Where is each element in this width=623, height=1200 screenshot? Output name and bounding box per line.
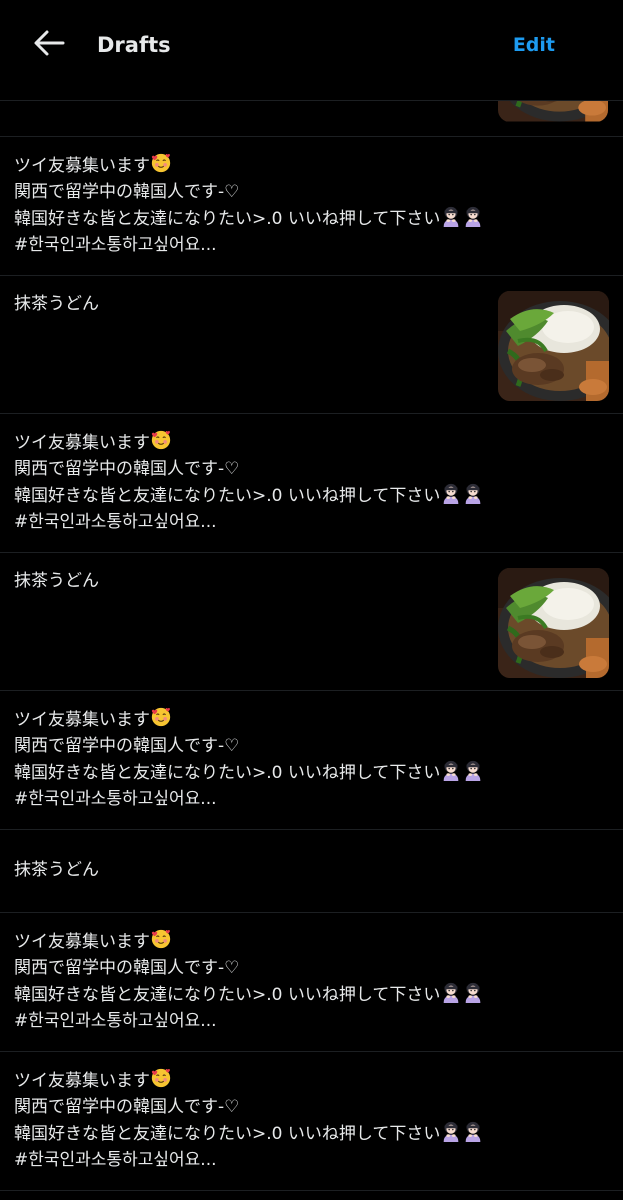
drafts-list: ツイ友募集います 関西で留学中の韓国人です-♡ 韓国好きな皆と友達になりたい>.… (0, 137, 623, 1191)
top-bar: Drafts Edit (0, 0, 623, 101)
woman-bowing-icon (440, 981, 462, 1003)
woman-bowing-icon (462, 759, 484, 781)
draft-text: 抹茶うどん (14, 294, 99, 314)
woman-bowing-icon (440, 1120, 462, 1142)
draft-item[interactable]: ツイ友募集います 関西で留学中の韓国人です-♡ 韓国好きな皆と友達になりたい>.… (0, 913, 623, 1052)
draft-item[interactable]: 抹茶うどん (0, 553, 623, 691)
draft-text: ツイ友募集います 関西で留学中の韓国人です-♡ 韓国好きな皆と友達になりたい>.… (14, 1067, 484, 1173)
smiling-face-with-hearts-icon (150, 429, 172, 451)
woman-bowing-icon (440, 205, 462, 227)
draft-item[interactable]: ツイ友募集います 関西で留学中の韓国人です-♡ 韓国好きな皆と友達になりたい>.… (0, 1052, 623, 1191)
back-button[interactable] (28, 26, 70, 64)
draft-text: ツイ友募集います 関西で留学中の韓国人です-♡ 韓国好きな皆と友達になりたい>.… (14, 706, 484, 812)
woman-bowing-icon (440, 482, 462, 504)
draft-item[interactable]: ツイ友募集います 関西で留学中の韓国人です-♡ 韓国好きな皆と友達になりたい>.… (0, 414, 623, 553)
draft-item[interactable]: ツイ友募集います 関西で留学中の韓国人です-♡ 韓国好きな皆と友達になりたい>.… (0, 137, 623, 276)
draft-item[interactable]: ツイ友募集います 関西で留学中の韓国人です-♡ 韓国好きな皆と友達になりたい>.… (0, 691, 623, 830)
smiling-face-with-hearts-icon (150, 706, 172, 728)
draft-text: 抹茶うどん (14, 860, 99, 880)
woman-bowing-icon (462, 1120, 484, 1142)
draft-text: ツイ友募集います 関西で留学中の韓国人です-♡ 韓国好きな皆と友達になりたい>.… (14, 928, 484, 1034)
draft-text: 抹茶うどん (14, 571, 99, 591)
woman-bowing-icon (462, 981, 484, 1003)
draft-item[interactable]: 抹茶うどん (0, 830, 623, 913)
woman-bowing-icon (462, 482, 484, 504)
draft-thumbnail[interactable] (498, 568, 609, 678)
smiling-face-with-hearts-icon (150, 152, 172, 174)
draft-thumbnail[interactable] (498, 291, 609, 401)
edit-button[interactable]: Edit (513, 28, 555, 62)
smiling-face-with-hearts-icon (150, 1067, 172, 1089)
page-title: Drafts (97, 33, 171, 57)
woman-bowing-icon (462, 205, 484, 227)
draft-text: ツイ友募集います 関西で留学中の韓国人です-♡ 韓国好きな皆と友達になりたい>.… (14, 152, 484, 258)
draft-text: ツイ友募集います 関西で留学中の韓国人です-♡ 韓国好きな皆と友達になりたい>.… (14, 429, 484, 535)
draft-item[interactable]: 抹茶うどん (0, 276, 623, 414)
woman-bowing-icon (440, 759, 462, 781)
arrow-left-icon (33, 29, 65, 61)
smiling-face-with-hearts-icon (150, 928, 172, 950)
